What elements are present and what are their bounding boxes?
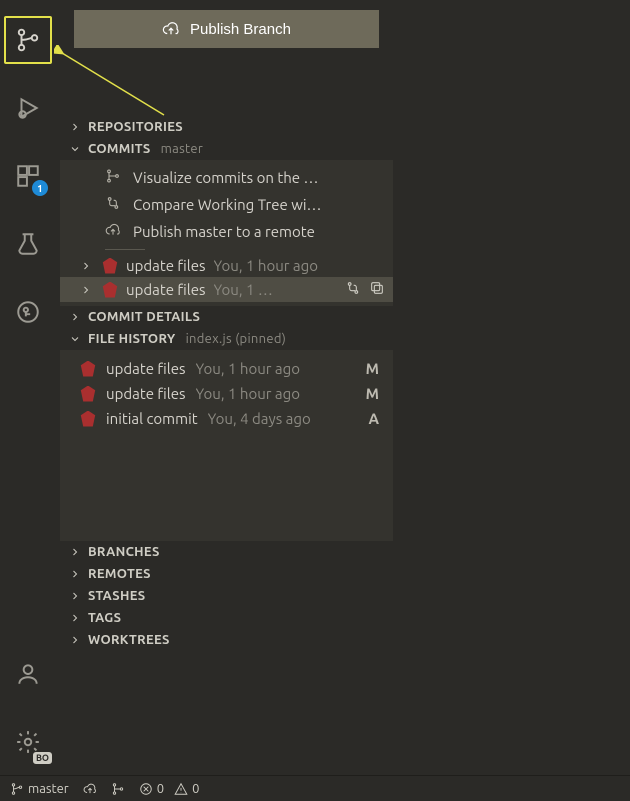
accounts-icon[interactable] xyxy=(4,650,52,698)
avatar xyxy=(102,282,118,298)
file-history-row[interactable]: update files You, 1 hour ago M xyxy=(60,381,393,406)
publish-master-action[interactable]: Publish master to a remote xyxy=(60,218,393,245)
section-file-history[interactable]: FILE HISTORY index.js (pinned) xyxy=(60,328,393,350)
commit-row[interactable]: update files You, 1 hour ago xyxy=(60,254,393,277)
publish-branch-label: Publish Branch xyxy=(190,21,291,38)
gitlens-sidebar: Publish Branch REPOSITORIES COMMITS mast… xyxy=(60,0,393,776)
chevron-right-icon xyxy=(68,567,82,581)
separator xyxy=(105,249,145,250)
extensions-badge: 1 xyxy=(32,180,48,196)
visualize-commits-action[interactable]: Visualize commits on the … xyxy=(60,164,393,191)
copy-icon[interactable] xyxy=(369,280,385,299)
status-sync[interactable] xyxy=(83,782,97,796)
compare-icon[interactable] xyxy=(345,280,361,299)
settings-badge: BO xyxy=(33,752,52,764)
graph-icon xyxy=(105,168,123,187)
chevron-right-icon xyxy=(68,611,82,625)
compare-working-tree-action[interactable]: Compare Working Tree wi… xyxy=(60,191,393,218)
chevron-right-icon xyxy=(68,545,82,559)
section-commits[interactable]: COMMITS master xyxy=(60,138,393,160)
avatar xyxy=(102,258,118,274)
section-worktrees[interactable]: WORKTREES xyxy=(60,629,393,651)
commit-row[interactable]: update files You, 1 … xyxy=(60,277,393,302)
avatar xyxy=(80,386,96,402)
avatar xyxy=(80,411,96,427)
chevron-right-icon xyxy=(78,260,94,272)
compare-icon xyxy=(105,195,123,214)
source-control-icon[interactable] xyxy=(4,16,52,64)
extensions-icon[interactable]: 1 xyxy=(4,152,52,200)
testing-icon[interactable] xyxy=(4,220,52,268)
publish-branch-button[interactable]: Publish Branch xyxy=(74,10,379,48)
section-tags[interactable]: TAGS xyxy=(60,607,393,629)
section-branches[interactable]: BRANCHES xyxy=(60,541,393,563)
chevron-right-icon xyxy=(68,120,82,134)
status-gitlens[interactable] xyxy=(111,782,125,796)
section-stashes[interactable]: STASHES xyxy=(60,585,393,607)
file-history-panel: update files You, 1 hour ago M update fi… xyxy=(60,350,393,541)
status-branch[interactable]: master xyxy=(10,782,69,796)
chevron-right-icon xyxy=(68,310,82,324)
cloud-upload-icon xyxy=(83,782,97,796)
error-icon xyxy=(139,782,153,796)
chevron-down-icon xyxy=(68,142,82,156)
section-remotes[interactable]: REMOTES xyxy=(60,563,393,585)
avatar xyxy=(80,361,96,377)
warning-icon xyxy=(174,782,188,796)
cloud-upload-icon xyxy=(162,20,180,38)
status-bar: master 0 0 xyxy=(0,775,630,801)
section-commit-details[interactable]: COMMIT DETAILS xyxy=(60,306,393,328)
settings-icon[interactable]: BO xyxy=(4,718,52,766)
chevron-down-icon xyxy=(68,332,82,346)
section-repositories[interactable]: REPOSITORIES xyxy=(60,116,393,138)
commits-panel: Visualize commits on the … Compare Worki… xyxy=(60,160,393,306)
gitlens-icon[interactable] xyxy=(4,288,52,336)
status-problems[interactable]: 0 0 xyxy=(139,782,200,796)
file-history-row[interactable]: update files You, 1 hour ago M xyxy=(60,356,393,381)
run-debug-icon[interactable] xyxy=(4,84,52,132)
chevron-right-icon xyxy=(78,284,94,296)
file-history-row[interactable]: initial commit You, 4 days ago A xyxy=(60,406,393,431)
activity-bar: 1 BO xyxy=(0,0,56,776)
chevron-right-icon xyxy=(68,633,82,647)
cloud-upload-icon xyxy=(105,222,123,241)
chevron-right-icon xyxy=(68,589,82,603)
